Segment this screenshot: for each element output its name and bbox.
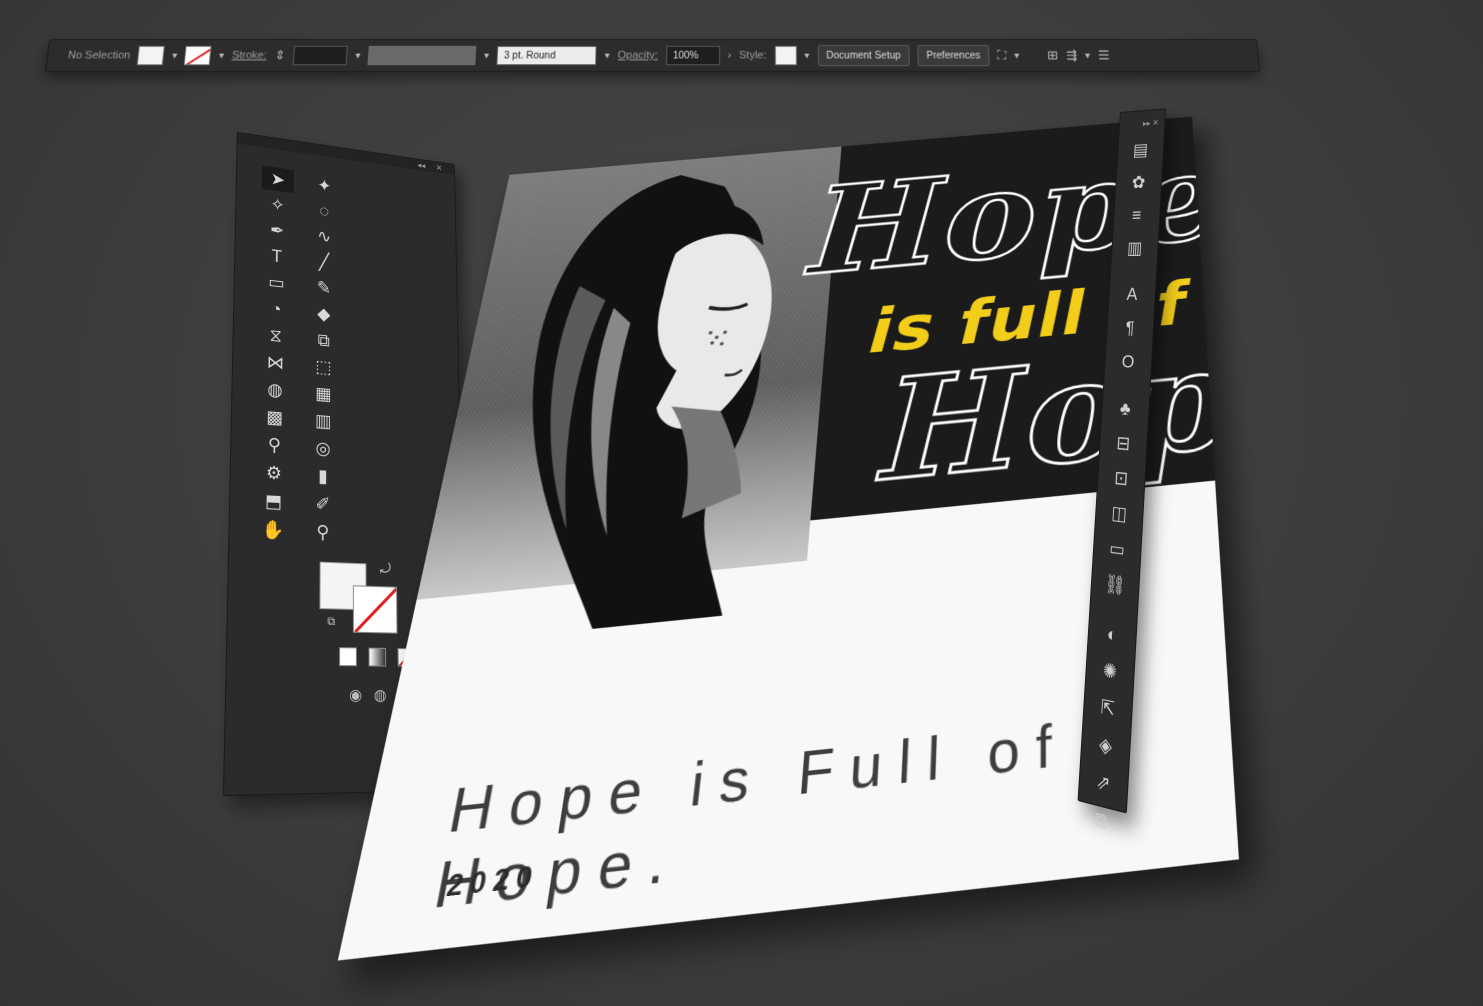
control-bar: No Selection ▾ ▾ Stroke: ⇕ ▾ ▾ 3 pt. Rou… xyxy=(45,39,1260,72)
variable-width-profile[interactable] xyxy=(368,46,477,65)
align-icon[interactable]: ⊟ xyxy=(1108,432,1138,456)
symbols-icon[interactable]: ♣ xyxy=(1110,398,1140,421)
arrange-documents-icon[interactable]: ⇶ xyxy=(1066,48,1078,63)
free-transform-tool-icon[interactable]: ⬚ xyxy=(307,353,339,381)
close-panel-icon[interactable]: ✕ xyxy=(436,163,443,173)
transform-icon[interactable]: ⊡ xyxy=(1106,467,1136,492)
style-label: Style: xyxy=(739,50,766,62)
perspective-grid-tool-icon[interactable]: ▦ xyxy=(307,380,340,408)
blend-tool-icon[interactable]: ◎ xyxy=(307,434,340,462)
brush-chevron-icon[interactable]: ▾ xyxy=(605,50,610,61)
select-similar-icon[interactable]: ⛶ xyxy=(997,48,1007,63)
stroke-swatch[interactable] xyxy=(184,46,212,65)
arrange-chevron-icon[interactable]: ▾ xyxy=(1085,50,1091,61)
shaper-tool-icon[interactable]: ◔ xyxy=(259,295,292,323)
stroke-label: Stroke: xyxy=(231,50,267,62)
shape-builder-tool-icon[interactable]: ◍ xyxy=(258,376,292,404)
slice-tool-icon[interactable]: ✐ xyxy=(306,490,339,518)
pen-tool-icon[interactable]: ✒ xyxy=(261,216,294,244)
opacity-field[interactable]: 100% xyxy=(666,46,720,65)
align-to-icon[interactable]: ⊞ xyxy=(1047,48,1059,63)
style-chevron-icon[interactable]: ▾ xyxy=(804,50,809,61)
curvature-tool-icon[interactable]: ∿ xyxy=(308,222,340,250)
paragraph-icon[interactable]: ¶ xyxy=(1115,317,1145,339)
stroke-color-box[interactable] xyxy=(353,585,398,633)
tool-grid: ➤ ✦ ✧ ◌ ✒ ∿ T ╱ ▭ ✎ ◔ ◆ ⧖ ⧉ ⋈ ⬚ ◍ ▦ ▩ ▥ ⚲ ◎ ⚙ ▮ ⬒ ✐ ✋ ⚲ xyxy=(256,165,462,551)
asset-export-icon[interactable]: ⇱ xyxy=(1092,694,1123,723)
swap-fill-stroke-icon[interactable]: ⤾ xyxy=(380,560,391,578)
stroke-icon[interactable]: ≡ xyxy=(1122,205,1151,226)
draw-normal-icon[interactable]: ◉ xyxy=(349,685,362,704)
stroke-weight-chevron-icon[interactable]: ▾ xyxy=(355,50,361,61)
pathfinder-icon[interactable]: ◫ xyxy=(1104,502,1134,527)
magic-wand-tool-icon[interactable]: ✧ xyxy=(261,191,293,219)
paintbrush-tool-icon[interactable]: ✎ xyxy=(308,274,340,302)
links-icon[interactable]: ⛓ xyxy=(1100,572,1130,599)
dock-header: ▸▸ ✕ xyxy=(1120,118,1165,130)
export-icon[interactable]: ⇗ xyxy=(1088,768,1119,799)
color-mode-button[interactable] xyxy=(339,647,357,666)
brush-definition-field[interactable]: 3 pt. Round xyxy=(497,46,597,65)
line-segment-tool-icon[interactable]: ╱ xyxy=(308,248,340,276)
character-icon[interactable]: A xyxy=(1117,284,1146,305)
dock-separator xyxy=(1113,385,1141,387)
eyedropper-tool-icon[interactable]: ⚲ xyxy=(257,431,291,459)
width-tool-icon[interactable]: ⋈ xyxy=(259,348,292,376)
gradient-tool-icon[interactable]: ▥ xyxy=(307,407,340,435)
column-graph-tool-icon[interactable]: ▮ xyxy=(306,462,339,490)
properties-icon[interactable]: ▤ xyxy=(1126,140,1155,162)
opacity-label[interactable]: Opacity: xyxy=(618,50,658,62)
fill-stroke-widget: ⤾ ⧉ xyxy=(319,562,397,636)
graphic-styles-icon[interactable]: ✺ xyxy=(1095,658,1126,687)
type-tool-icon[interactable]: T xyxy=(260,242,293,270)
opentype-icon[interactable]: O xyxy=(1113,351,1143,374)
illustrator-workspace: No Selection ▾ ▾ Stroke: ⇕ ▾ ▾ 3 pt. Rou… xyxy=(0,0,1483,1006)
select-similar-chevron-icon[interactable]: ▾ xyxy=(1014,50,1020,61)
artboards-icon[interactable]: ▭ xyxy=(1102,537,1132,563)
layers-icon[interactable]: ◈ xyxy=(1090,731,1121,761)
fill-swatch[interactable] xyxy=(137,46,165,65)
eraser-tool-icon[interactable]: ◆ xyxy=(308,300,340,328)
selection-status: No Selection xyxy=(67,50,131,62)
panel-menu-icon[interactable]: ☰ xyxy=(1097,48,1110,63)
draw-behind-icon[interactable]: ◍ xyxy=(374,685,387,704)
reflect-tool-icon[interactable]: ⧖ xyxy=(259,322,292,350)
artboard-tool-icon[interactable]: ⬒ xyxy=(256,487,290,515)
document-setup-button[interactable]: Document Setup xyxy=(817,45,910,66)
gradient-icon[interactable]: ▥ xyxy=(1120,238,1149,259)
dock-separator xyxy=(1099,608,1128,613)
collapse-panel-icon[interactable]: ◂◂ xyxy=(417,160,425,171)
symbol-sprayer-tool-icon[interactable]: ⚙ xyxy=(257,459,291,487)
scale-tool-icon[interactable]: ⧉ xyxy=(307,326,339,354)
default-fill-stroke-icon[interactable]: ⧉ xyxy=(327,616,335,630)
fill-dropdown-chevron-icon[interactable]: ▾ xyxy=(172,50,178,61)
zoom-tool-icon[interactable]: ⚲ xyxy=(306,518,339,546)
appearance-icon[interactable]: ◐ xyxy=(1097,622,1127,650)
color-icon[interactable]: ✿ xyxy=(1124,172,1153,194)
opacity-chevron-icon[interactable]: › xyxy=(728,50,731,61)
gradient-mode-button[interactable] xyxy=(369,648,387,667)
hand-tool-icon[interactable]: ✋ xyxy=(256,516,290,544)
preferences-button[interactable]: Preferences xyxy=(917,45,989,66)
stroke-dropdown-chevron-icon[interactable]: ▾ xyxy=(218,50,224,61)
selection-tool-icon[interactable]: ➤ xyxy=(262,165,294,193)
direct-selection-tool-icon[interactable]: ✦ xyxy=(309,172,340,200)
stroke-weight-field[interactable] xyxy=(293,46,348,65)
mesh-tool-icon[interactable]: ▩ xyxy=(258,403,292,431)
rectangle-tool-icon[interactable]: ▭ xyxy=(260,268,293,296)
style-swatch[interactable] xyxy=(774,46,796,65)
profile-chevron-icon[interactable]: ▾ xyxy=(484,50,490,61)
stroke-stepper-icon[interactable]: ⇕ xyxy=(274,48,286,63)
lasso-tool-icon[interactable]: ◌ xyxy=(308,197,339,225)
